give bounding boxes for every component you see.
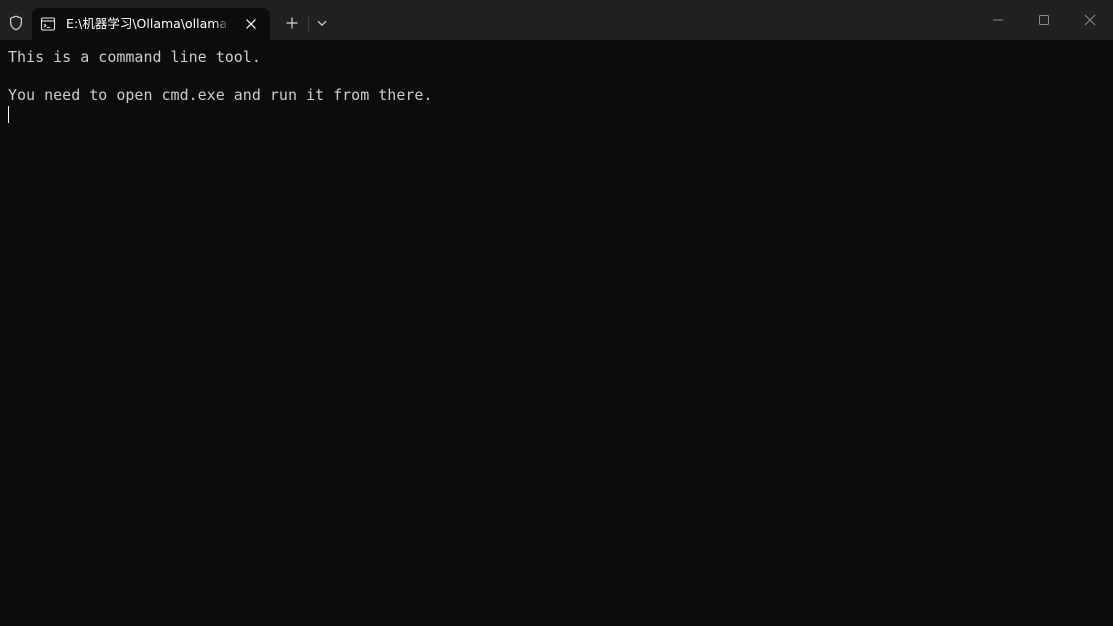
output-line: You need to open cmd.exe and run it from… (8, 86, 433, 104)
new-tab-button[interactable] (280, 11, 304, 35)
close-button[interactable] (1067, 0, 1113, 40)
terminal-window: E:\机器学习\Ollama\ollama.exe (0, 0, 1113, 626)
tab-separator (308, 16, 309, 32)
minimize-button[interactable] (975, 0, 1021, 40)
tab-close-button[interactable] (240, 13, 262, 35)
console-icon (40, 16, 56, 32)
maximize-icon (1039, 15, 1049, 25)
minimize-icon (993, 19, 1003, 21)
tab-title: E:\机器学习\Ollama\ollama.exe (66, 16, 230, 31)
output-line: This is a command line tool. (8, 48, 261, 66)
text-cursor (8, 106, 9, 123)
terminal-output[interactable]: This is a command line tool. You need to… (0, 40, 1113, 626)
title-bar[interactable]: E:\机器学习\Ollama\ollama.exe (0, 0, 1113, 40)
close-icon (1084, 14, 1096, 26)
shield-icon (6, 13, 26, 33)
maximize-button[interactable] (1021, 0, 1067, 40)
tab-dropdown-button[interactable] (312, 13, 332, 33)
tab-active[interactable]: E:\机器学习\Ollama\ollama.exe (32, 8, 270, 40)
